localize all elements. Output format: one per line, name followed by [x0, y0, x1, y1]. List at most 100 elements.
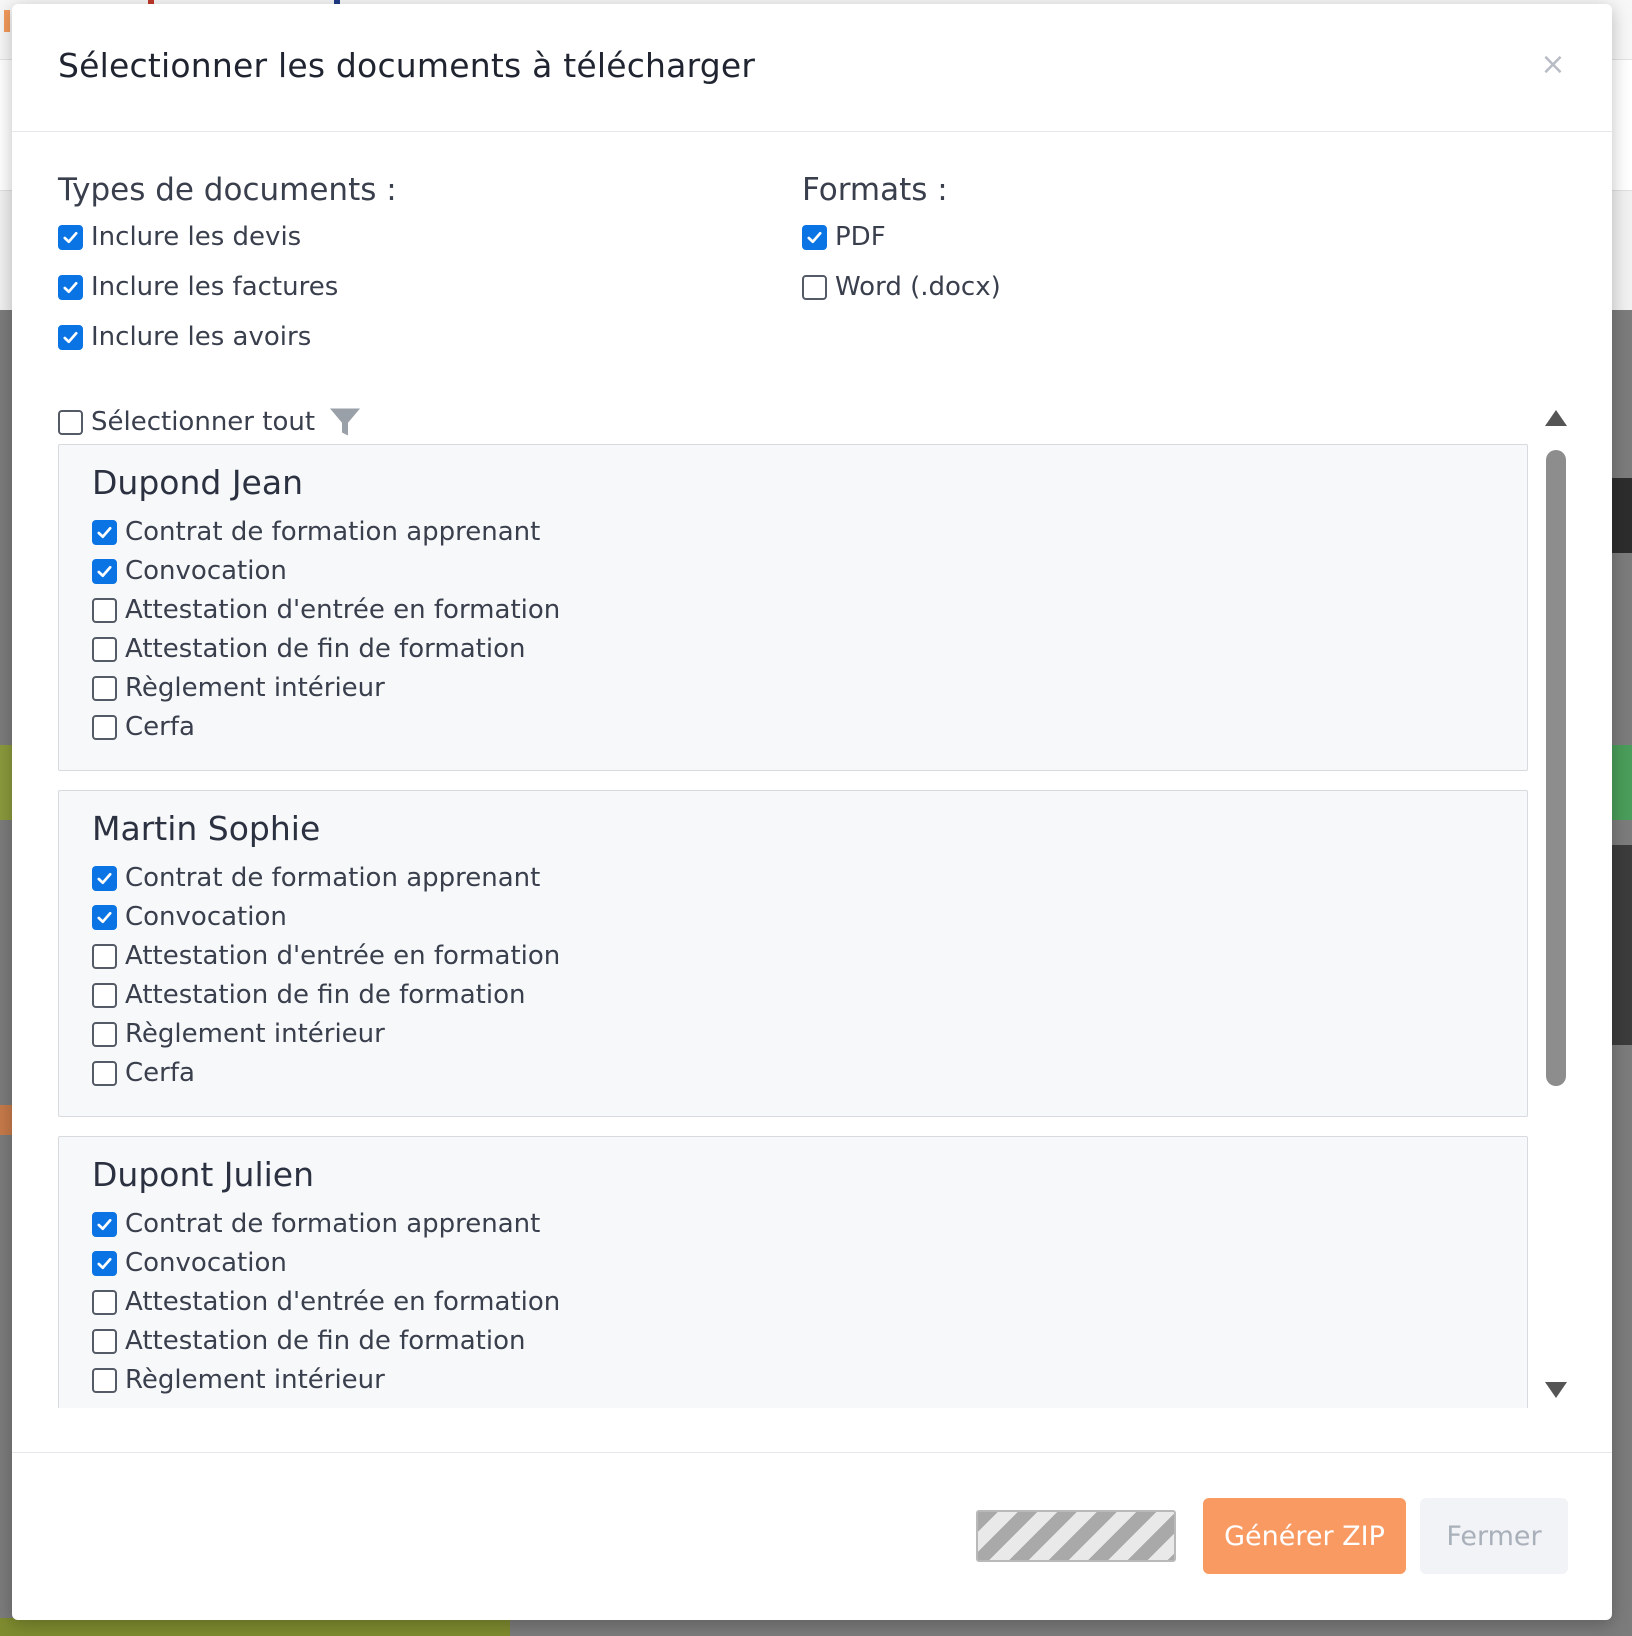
document-option-label: Règlement intérieur [125, 673, 385, 703]
document-option-checkbox[interactable] [92, 675, 117, 701]
learner-card: Dupond Jean Contrat de formation apprenan… [58, 444, 1528, 771]
check-icon [97, 526, 112, 538]
generate-zip-button[interactable]: Générer ZIP [1203, 1498, 1406, 1574]
scrollbar-thumb[interactable] [1546, 450, 1566, 1086]
download-documents-modal: Sélectionner les documents à télécharger… [12, 4, 1612, 1620]
document-option[interactable]: Cerfa [92, 1058, 195, 1088]
document-option[interactable]: Convocation [92, 556, 287, 586]
document-option[interactable]: Attestation de fin de formation [92, 1326, 525, 1356]
format-option-checkbox[interactable] [802, 274, 827, 300]
background-photo [1610, 845, 1632, 1045]
check-icon [97, 565, 112, 577]
format-option-checkbox[interactable] [802, 224, 827, 250]
document-option-label: Attestation d'entrée en formation [125, 595, 561, 625]
progress-bar [976, 1510, 1176, 1562]
document-option[interactable]: Convocation [92, 902, 287, 932]
learner-name: Dupont Julien [92, 1155, 315, 1194]
document-option-checkbox[interactable] [92, 1328, 117, 1354]
document-option-label: Convocation [125, 902, 287, 932]
document-option-label: Attestation de fin de formation [125, 980, 526, 1010]
document-option-label: Cerfa [125, 712, 195, 742]
doc-type-option[interactable]: Inclure les factures [58, 272, 338, 302]
check-icon [63, 331, 78, 343]
format-option-label: Word (.docx) [835, 272, 1001, 302]
document-option-label: Contrat de formation apprenant [125, 1209, 541, 1239]
document-option-checkbox[interactable] [92, 1367, 117, 1393]
close-icon[interactable]: × [1538, 50, 1568, 80]
document-option[interactable]: Attestation d'entrée en formation [92, 1287, 560, 1317]
check-icon [97, 1218, 112, 1230]
check-icon [63, 231, 78, 243]
document-option-checkbox[interactable] [92, 1289, 117, 1315]
document-option[interactable]: Règlement intérieur [92, 1365, 385, 1395]
modal-title: Sélectionner les documents à télécharger [58, 46, 756, 85]
document-option[interactable]: Règlement intérieur [92, 1019, 385, 1049]
document-option-label: Attestation de fin de formation [125, 1326, 526, 1356]
format-option[interactable]: PDF [802, 222, 886, 252]
learner-document-list: Dupond Jean Contrat de formation apprenan… [58, 444, 1532, 1408]
document-option-label: Attestation de fin de formation [125, 634, 526, 664]
list-scrollbar[interactable] [1536, 404, 1576, 1408]
document-option[interactable]: Convocation [92, 1248, 287, 1278]
doc-type-option-checkbox[interactable] [58, 224, 83, 250]
doc-type-option-label: Inclure les devis [91, 222, 302, 252]
check-icon [97, 872, 112, 884]
arrow-down-icon[interactable] [1544, 1380, 1568, 1400]
document-option[interactable]: Contrat de formation apprenant [92, 863, 540, 893]
background-bottom-bar [0, 1618, 510, 1636]
modal-header: Sélectionner les documents à télécharger… [12, 4, 1612, 132]
document-option-checkbox[interactable] [92, 943, 117, 969]
document-option-checkbox[interactable] [92, 1211, 117, 1237]
doc-types-title: Types de documents : [58, 172, 397, 208]
select-all-label: Sélectionner tout [91, 407, 316, 437]
learner-name: Dupond Jean [92, 463, 303, 502]
document-option-label: Convocation [125, 556, 287, 586]
document-option[interactable]: Contrat de formation apprenant [92, 517, 540, 547]
doc-type-option-label: Inclure les factures [91, 272, 339, 302]
document-option-checkbox[interactable] [92, 1060, 117, 1086]
select-all-option[interactable]: Sélectionner tout [58, 404, 363, 440]
document-option-label: Attestation d'entrée en formation [125, 1287, 561, 1317]
document-option[interactable]: Attestation d'entrée en formation [92, 595, 560, 625]
background-logo-fragment [4, 10, 10, 32]
document-option[interactable]: Règlement intérieur [92, 673, 385, 703]
document-option[interactable]: Attestation d'entrée en formation [92, 941, 560, 971]
doc-type-option[interactable]: Inclure les avoirs [58, 322, 311, 352]
doc-type-option-checkbox[interactable] [58, 324, 83, 350]
document-option[interactable]: Contrat de formation apprenant [92, 1209, 540, 1239]
document-option-label: Règlement intérieur [125, 1019, 385, 1049]
format-option[interactable]: Word (.docx) [802, 272, 1001, 302]
learner-card: Dupont Julien Contrat de formation appren… [58, 1136, 1528, 1408]
learner-card: Martin Sophie Contrat de formation appren… [58, 790, 1528, 1117]
arrow-up-icon[interactable] [1544, 408, 1568, 428]
formats-title: Formats : [802, 172, 948, 208]
document-option-checkbox[interactable] [92, 714, 117, 740]
document-option-checkbox[interactable] [92, 636, 117, 662]
document-option[interactable]: Attestation de fin de formation [92, 980, 525, 1010]
filter-icon[interactable] [327, 404, 363, 440]
doc-type-option[interactable]: Inclure les devis [58, 222, 301, 252]
doc-type-option-label: Inclure les avoirs [91, 322, 312, 352]
check-icon [807, 231, 822, 243]
background-green-button [1610, 745, 1632, 820]
document-option-checkbox[interactable] [92, 865, 117, 891]
document-option-checkbox[interactable] [92, 558, 117, 584]
close-button[interactable]: Fermer [1420, 1498, 1568, 1574]
document-option-checkbox[interactable] [92, 519, 117, 545]
document-option-label: Cerfa [125, 1058, 195, 1088]
document-option-checkbox[interactable] [92, 597, 117, 623]
select-all-checkbox[interactable] [58, 409, 83, 435]
modal-footer-divider [12, 1452, 1612, 1453]
document-option[interactable]: Attestation de fin de formation [92, 634, 525, 664]
document-option-checkbox[interactable] [92, 904, 117, 930]
document-option-checkbox[interactable] [92, 1021, 117, 1047]
doc-type-option-checkbox[interactable] [58, 274, 83, 300]
document-option-label: Attestation d'entrée en formation [125, 941, 561, 971]
document-option-label: Contrat de formation apprenant [125, 517, 541, 547]
background-download-icon [1610, 478, 1632, 553]
document-option-label: Règlement intérieur [125, 1365, 385, 1395]
document-option-checkbox[interactable] [92, 1250, 117, 1276]
document-option-checkbox[interactable] [92, 982, 117, 1008]
check-icon [97, 1257, 112, 1269]
document-option[interactable]: Cerfa [92, 712, 195, 742]
